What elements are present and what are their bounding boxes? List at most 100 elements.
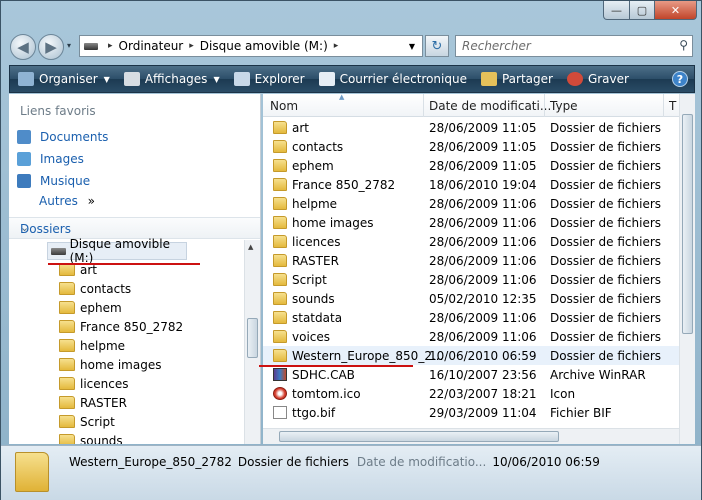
file-name: tomtom.ico xyxy=(292,386,361,401)
tree-item[interactable]: licences xyxy=(59,374,129,393)
address-part-drive[interactable]: Disque amovible (M:) xyxy=(200,39,328,53)
column-divider[interactable] xyxy=(663,94,664,117)
search-icon[interactable]: ⚲ xyxy=(679,38,688,52)
archive-icon xyxy=(273,368,287,381)
explore-label: Explorer xyxy=(254,72,305,86)
minimize-button[interactable]: — xyxy=(603,1,630,20)
chevron-down-icon[interactable]: ⌄ xyxy=(20,221,251,234)
file-name-cell: sounds xyxy=(273,292,335,306)
file-row[interactable]: RASTER 28/06/2009 11:06 Dossier de fichier… xyxy=(263,251,679,270)
folder-icon xyxy=(59,434,75,444)
favorites-title: Liens favoris xyxy=(20,104,96,118)
folders-header[interactable]: Dossiers ⌄ xyxy=(9,217,260,239)
file-row[interactable]: art 28/06/2009 11:05 Dossier de fichiers xyxy=(263,118,679,137)
tree-item[interactable]: sounds xyxy=(59,431,123,444)
file-row[interactable]: SDHC.CAB 16/10/2007 23:56 Archive WinRAR xyxy=(263,365,679,384)
address-root-chevron-icon[interactable]: ▸ xyxy=(108,41,113,51)
tree-item-label: ephem xyxy=(80,300,122,315)
recent-pages-icon[interactable]: ▾ xyxy=(67,41,71,50)
tree-item-drive[interactable]: Disque amovible (M:) xyxy=(47,237,187,265)
file-row[interactable]: Script 28/06/2009 11:06 Dossier de fichier… xyxy=(263,270,679,289)
share-button[interactable]: Partager xyxy=(480,72,553,86)
file-row[interactable]: helpme 28/06/2009 11:06 Dossier de fichier… xyxy=(263,194,679,213)
tree-item-label: helpme xyxy=(80,338,126,353)
tree-item-label: RASTER xyxy=(80,395,127,410)
forward-button[interactable]: ▶ xyxy=(38,34,64,60)
column-divider[interactable] xyxy=(423,94,424,117)
tree-item[interactable]: RASTER xyxy=(59,393,127,412)
file-name: licences xyxy=(292,234,341,249)
tree-item[interactable]: Script xyxy=(59,412,115,431)
file-row[interactable]: home images 28/06/2009 11:06 Dossier de fi… xyxy=(263,213,679,232)
email-button[interactable]: Courrier électronique xyxy=(318,72,467,86)
file-name: sounds xyxy=(292,291,335,306)
burn-icon xyxy=(566,72,583,86)
file-row[interactable]: voices 28/06/2009 11:06 Dossier de fichier… xyxy=(263,327,679,346)
close-button[interactable]: ✕ xyxy=(654,1,697,20)
file-row[interactable]: ttgo.bif 29/03/2009 11:04 Fichier BIF xyxy=(263,403,679,422)
file-row[interactable]: contacts 28/06/2009 11:05 Dossier de fichi… xyxy=(263,137,679,156)
search-input[interactable]: Rechercher ⚲ xyxy=(455,35,693,57)
file-name-cell: home images xyxy=(273,216,373,230)
address-dropdown-icon[interactable]: ▼ xyxy=(404,37,420,55)
file-list: ▲ Nom Date de modificati... Type T art 28… xyxy=(263,94,695,444)
address-chevron-icon[interactable]: ▸ xyxy=(334,41,339,51)
scroll-up-icon[interactable]: ▲ xyxy=(248,243,253,251)
file-row[interactable]: Western_Europe_850_2... 10/06/2010 06:59 D… xyxy=(263,346,679,365)
tree-item[interactable]: ephem xyxy=(59,298,122,317)
file-type: Dossier de fichiers xyxy=(550,158,662,173)
folder-icon xyxy=(273,311,287,324)
file-row[interactable]: ephem 28/06/2009 11:05 Dossier de fichiers xyxy=(263,156,679,175)
file-row[interactable]: statdata 28/06/2009 11:06 Dossier de fichi… xyxy=(263,308,679,327)
tree-item[interactable]: France 850_2782 xyxy=(59,317,183,336)
file-date: 28/06/2009 11:06 xyxy=(429,215,537,230)
vertical-scrollbar[interactable] xyxy=(679,94,695,444)
file-row[interactable]: France 850_2782 18/06/2010 19:04 Dossier d… xyxy=(263,175,679,194)
scrollbar-thumb[interactable] xyxy=(279,431,559,442)
tree-item[interactable]: helpme xyxy=(59,336,125,355)
help-icon[interactable]: ? xyxy=(672,71,688,87)
tree-item[interactable]: contacts xyxy=(59,279,131,298)
annotation-underline-drive xyxy=(48,263,200,265)
address-part-computer[interactable]: Ordinateur xyxy=(119,39,184,53)
column-divider[interactable] xyxy=(544,94,545,117)
organize-button[interactable]: Organiser ▼ xyxy=(18,72,110,86)
file-row[interactable]: licences 28/06/2009 11:06 Dossier de fichi… xyxy=(263,232,679,251)
navigation-pane: Liens favoris Documents Images Musique A… xyxy=(9,94,261,444)
file-type: Dossier de fichiers xyxy=(550,139,662,154)
folder-icon xyxy=(273,349,287,362)
more-links-button[interactable]: Autres » xyxy=(39,194,95,208)
address-chevron-icon[interactable]: ▸ xyxy=(189,41,194,51)
scrollbar-thumb[interactable] xyxy=(247,318,258,358)
refresh-button[interactable]: ↻ xyxy=(425,35,449,57)
tree-item-label: home images xyxy=(80,357,162,372)
file-row[interactable]: tomtom.ico 22/03/2007 18:21 Icon xyxy=(263,384,679,403)
file-name-cell: Western_Europe_850_2... xyxy=(273,349,443,363)
file-type: Dossier de fichiers xyxy=(550,272,662,287)
explore-button[interactable]: Explorer xyxy=(233,72,305,86)
horizontal-scrollbar[interactable] xyxy=(263,428,679,444)
file-date: 05/02/2010 12:35 xyxy=(429,291,537,306)
maximize-button[interactable]: ▢ xyxy=(629,1,655,20)
folder-icon xyxy=(273,254,287,267)
back-button[interactable]: ◀ xyxy=(10,34,36,60)
tree-item-label: France 850_2782 xyxy=(80,319,184,334)
tree-item[interactable]: home images xyxy=(59,355,161,374)
column-header-name[interactable]: Nom xyxy=(270,99,298,113)
column-header-size[interactable]: T xyxy=(669,99,676,113)
file-row[interactable]: sounds 05/02/2010 12:35 Dossier de fichier… xyxy=(263,289,679,308)
address-bar[interactable]: ▸ Ordinateur ▸ Disque amovible (M:) ▸ ▼ xyxy=(79,35,423,57)
favorite-link-images[interactable]: Images xyxy=(17,152,84,166)
tree-item-label: contacts xyxy=(80,281,132,296)
favorite-link-documents[interactable]: Documents xyxy=(17,130,108,144)
folders-scrollbar[interactable]: ▲ xyxy=(244,240,260,444)
favorite-link-music[interactable]: Musique xyxy=(17,174,90,188)
burn-button[interactable]: Graver xyxy=(566,72,629,86)
views-button[interactable]: Affichages ▼ xyxy=(123,72,220,86)
file-date: 22/03/2007 18:21 xyxy=(429,386,537,401)
column-header-date[interactable]: Date de modificati... xyxy=(429,99,551,113)
share-icon xyxy=(480,72,497,86)
column-header-type[interactable]: Type xyxy=(550,99,578,113)
scrollbar-thumb[interactable] xyxy=(682,114,693,334)
folder-icon xyxy=(273,178,287,191)
